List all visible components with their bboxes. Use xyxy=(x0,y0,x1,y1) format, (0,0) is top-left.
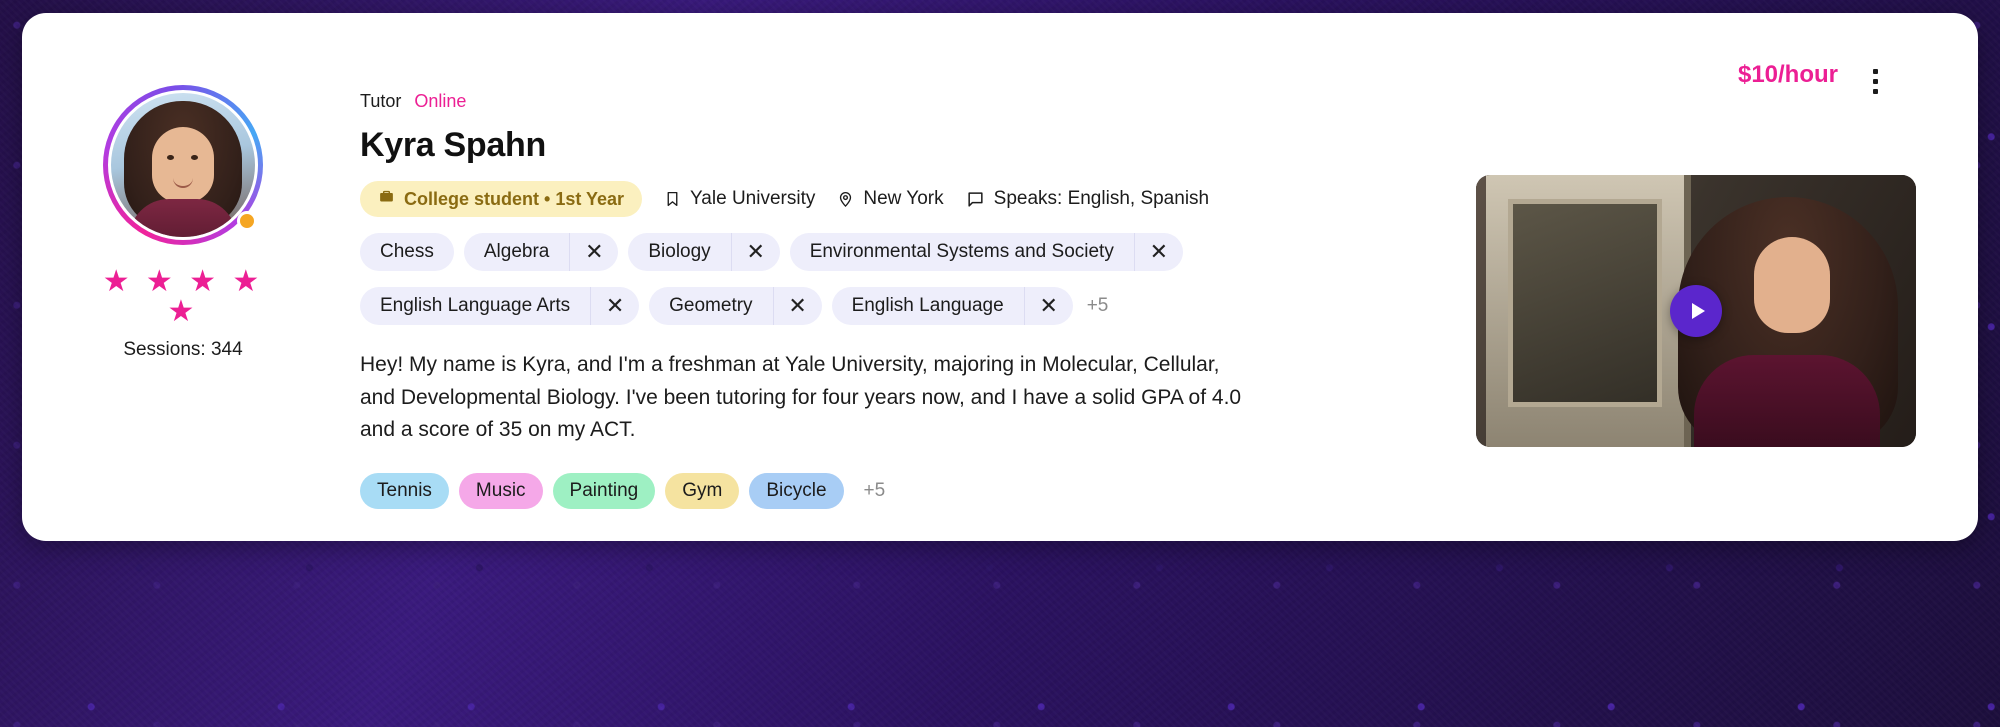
subject-tag-label: Chess xyxy=(380,241,434,262)
kebab-dot xyxy=(1872,68,1878,74)
play-button-icon[interactable] xyxy=(1670,285,1722,337)
subject-tag[interactable]: Chess xyxy=(360,233,454,271)
briefcase-icon xyxy=(378,188,395,210)
subject-tags-row-1: Chess Algebra ✕ Biology ✕ Environmental Syste… xyxy=(360,233,1490,271)
kebab-dot xyxy=(1872,88,1878,94)
kebab-dot xyxy=(1872,78,1878,84)
subject-more-count[interactable]: +5 xyxy=(1083,287,1113,325)
remove-tag-icon[interactable]: ✕ xyxy=(1023,287,1073,325)
subject-tag[interactable]: Biology ✕ xyxy=(628,233,780,271)
tutor-profile-card: ★ ★ ★ ★ ★ Sessions: 344 Tutor Online Kyr… xyxy=(22,13,1978,541)
interest-tag[interactable]: Bicycle xyxy=(749,472,844,509)
languages-info: Speaks: English, Spanish xyxy=(966,188,1209,210)
subject-tag[interactable]: Algebra ✕ xyxy=(463,233,619,271)
education-badge: College student • 1st Year xyxy=(360,181,643,217)
interest-tags-row: Tennis Music Painting Gym Bicycle +5 xyxy=(360,472,1490,509)
education-badge-label: College student • 1st Year xyxy=(404,188,625,209)
remove-tag-icon[interactable]: ✕ xyxy=(1133,233,1183,271)
location-pin-icon xyxy=(837,189,854,209)
more-options-icon[interactable] xyxy=(1862,63,1888,99)
subject-tag-label: English Language Arts xyxy=(380,295,571,316)
subject-tag-label: Environmental Systems and Society xyxy=(809,241,1114,262)
interest-tag[interactable]: Music xyxy=(458,472,543,509)
avatar-eye-right xyxy=(191,155,198,160)
intro-video-thumbnail[interactable] xyxy=(1476,175,1916,447)
subject-tag-label: Biology xyxy=(648,241,711,262)
video-person-face xyxy=(1754,237,1830,333)
speech-bubble-icon xyxy=(966,190,985,209)
remove-tag-icon[interactable]: ✕ xyxy=(772,287,822,325)
price-label: $10/hour xyxy=(1737,61,1838,88)
subject-tag[interactable]: Geometry ✕ xyxy=(649,287,822,325)
subject-tag-label: Geometry xyxy=(669,295,753,316)
remove-tag-icon[interactable]: ✕ xyxy=(569,233,618,271)
avatar-eye-left xyxy=(167,155,174,160)
profile-left-column: ★ ★ ★ ★ ★ Sessions: 344 xyxy=(98,85,268,361)
interest-tag[interactable]: Gym xyxy=(665,472,740,509)
subject-tag[interactable]: Environmental Systems and Society ✕ xyxy=(789,233,1183,271)
remove-tag-icon[interactable]: ✕ xyxy=(590,287,639,325)
meta-row: College student • 1st Year Yale Universi… xyxy=(360,181,1490,217)
interest-more-count[interactable]: +5 xyxy=(860,480,890,502)
subject-tag-label: English Language xyxy=(851,295,1004,316)
video-person-body xyxy=(1694,355,1880,447)
languages-label: Speaks: English, Spanish xyxy=(993,188,1210,209)
video-door-background xyxy=(1486,175,1691,447)
profile-main-column: Tutor Online Kyra Spahn College student … xyxy=(360,91,1490,509)
remove-tag-icon[interactable]: ✕ xyxy=(730,233,780,271)
role-label: Tutor xyxy=(360,91,402,111)
interest-tag[interactable]: Tennis xyxy=(360,472,449,509)
subject-tag[interactable]: English Language ✕ xyxy=(831,287,1073,325)
bio-text: Hey! My name is Kyra, and I'm a freshman… xyxy=(360,353,1242,442)
location-info: New York xyxy=(837,188,944,210)
subject-tags-row-2: English Language Arts ✕ Geometry ✕ English L… xyxy=(360,287,1490,325)
sessions-count: Sessions: 344 xyxy=(123,339,243,360)
location-label: New York xyxy=(863,188,944,209)
subject-tag[interactable]: English Language Arts ✕ xyxy=(360,287,640,325)
university-info: Yale University xyxy=(664,188,815,210)
rating-stars: ★ ★ ★ ★ ★ xyxy=(102,265,264,328)
university-label: Yale University xyxy=(690,188,816,209)
online-status-dot xyxy=(237,211,257,231)
avatar-image xyxy=(108,90,258,240)
subject-tag-label: Algebra xyxy=(483,241,550,262)
role-row: Tutor Online xyxy=(360,91,1490,112)
avatar[interactable] xyxy=(103,85,263,245)
interest-tag[interactable]: Painting xyxy=(552,472,656,509)
page-title: Kyra Spahn xyxy=(360,126,546,164)
avatar-face xyxy=(152,127,214,203)
status-badge: Online xyxy=(414,91,467,111)
bookmark-icon xyxy=(664,189,681,209)
